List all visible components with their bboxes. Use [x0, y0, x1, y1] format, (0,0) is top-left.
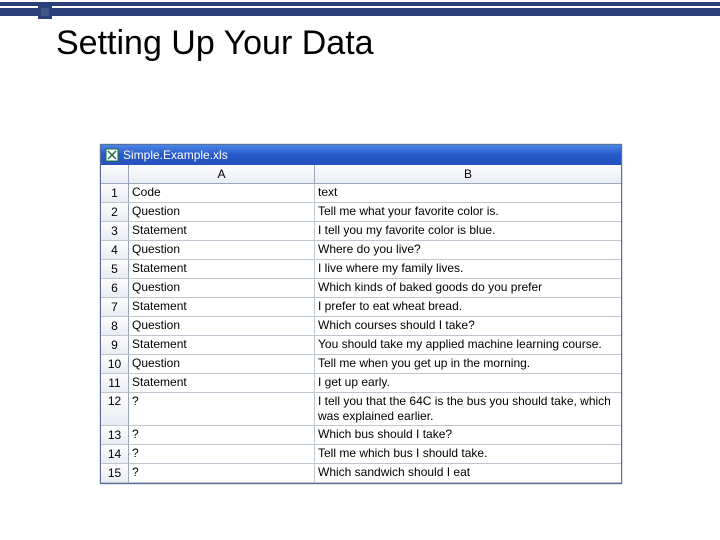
cell[interactable]: Statement	[129, 374, 315, 393]
cell[interactable]: Tell me when you get up in the morning.	[315, 355, 621, 374]
slide-top-decoration	[0, 0, 720, 22]
cell[interactable]: Which courses should I take?	[315, 317, 621, 336]
decor-bar	[0, 8, 720, 16]
cell[interactable]: I live where my family lives.	[315, 260, 621, 279]
row-header[interactable]: 6	[101, 279, 129, 298]
spreadsheet-grid: A B 1 Code text 2 Question Tell me what …	[101, 165, 621, 483]
cell[interactable]: Tell me what your favorite color is.	[315, 203, 621, 222]
cell[interactable]: Where do you live?	[315, 241, 621, 260]
spreadsheet-window: Simple.Example.xls A B 1 Code text 2 Que…	[100, 144, 622, 484]
row-header[interactable]: 10	[101, 355, 129, 374]
row-header[interactable]: 5	[101, 260, 129, 279]
row-header[interactable]: 13	[101, 426, 129, 445]
grid-corner[interactable]	[101, 165, 129, 184]
cell[interactable]: ?	[129, 464, 315, 483]
row-header[interactable]: 15	[101, 464, 129, 483]
cell[interactable]: ?	[129, 445, 315, 464]
cell[interactable]: I prefer to eat wheat bread.	[315, 298, 621, 317]
cell[interactable]: I get up early.	[315, 374, 621, 393]
cell[interactable]: I tell you that the 64C is the bus you s…	[315, 393, 621, 426]
row-header[interactable]: 4	[101, 241, 129, 260]
window-filename: Simple.Example.xls	[123, 148, 228, 162]
row-header[interactable]: 2	[101, 203, 129, 222]
cell[interactable]: Question	[129, 203, 315, 222]
slide-title: Setting Up Your Data	[56, 24, 374, 63]
row-header[interactable]: 3	[101, 222, 129, 241]
cell[interactable]: Statement	[129, 260, 315, 279]
cell[interactable]: Statement	[129, 298, 315, 317]
cell[interactable]: Which bus should I take?	[315, 426, 621, 445]
col-header-B[interactable]: B	[315, 165, 621, 184]
cell[interactable]: Code	[129, 184, 315, 203]
cell[interactable]: Question	[129, 355, 315, 374]
cell[interactable]: Question	[129, 317, 315, 336]
cell[interactable]: Which sandwich should I eat	[315, 464, 621, 483]
cell[interactable]: Which kinds of baked goods do you prefer	[315, 279, 621, 298]
cell[interactable]: I tell you my favorite color is blue.	[315, 222, 621, 241]
row-header[interactable]: 7	[101, 298, 129, 317]
row-header[interactable]: 12	[101, 393, 129, 426]
decor-bar	[0, 2, 720, 6]
col-header-A[interactable]: A	[129, 165, 315, 184]
decor-bullet	[38, 5, 52, 19]
cell[interactable]: Question	[129, 241, 315, 260]
cell[interactable]: Statement	[129, 336, 315, 355]
cell[interactable]: Question	[129, 279, 315, 298]
cell[interactable]: ?	[129, 426, 315, 445]
titlebar: Simple.Example.xls	[101, 145, 621, 165]
excel-icon	[105, 148, 119, 162]
cell[interactable]: You should take my applied machine learn…	[315, 336, 621, 355]
cell[interactable]: Statement	[129, 222, 315, 241]
cell[interactable]: text	[315, 184, 621, 203]
row-header[interactable]: 11	[101, 374, 129, 393]
row-header[interactable]: 9	[101, 336, 129, 355]
cell[interactable]: Tell me which bus I should take.	[315, 445, 621, 464]
row-header[interactable]: 1	[101, 184, 129, 203]
row-header[interactable]: 8	[101, 317, 129, 336]
row-header[interactable]: 14	[101, 445, 129, 464]
cell[interactable]: ?	[129, 393, 315, 426]
